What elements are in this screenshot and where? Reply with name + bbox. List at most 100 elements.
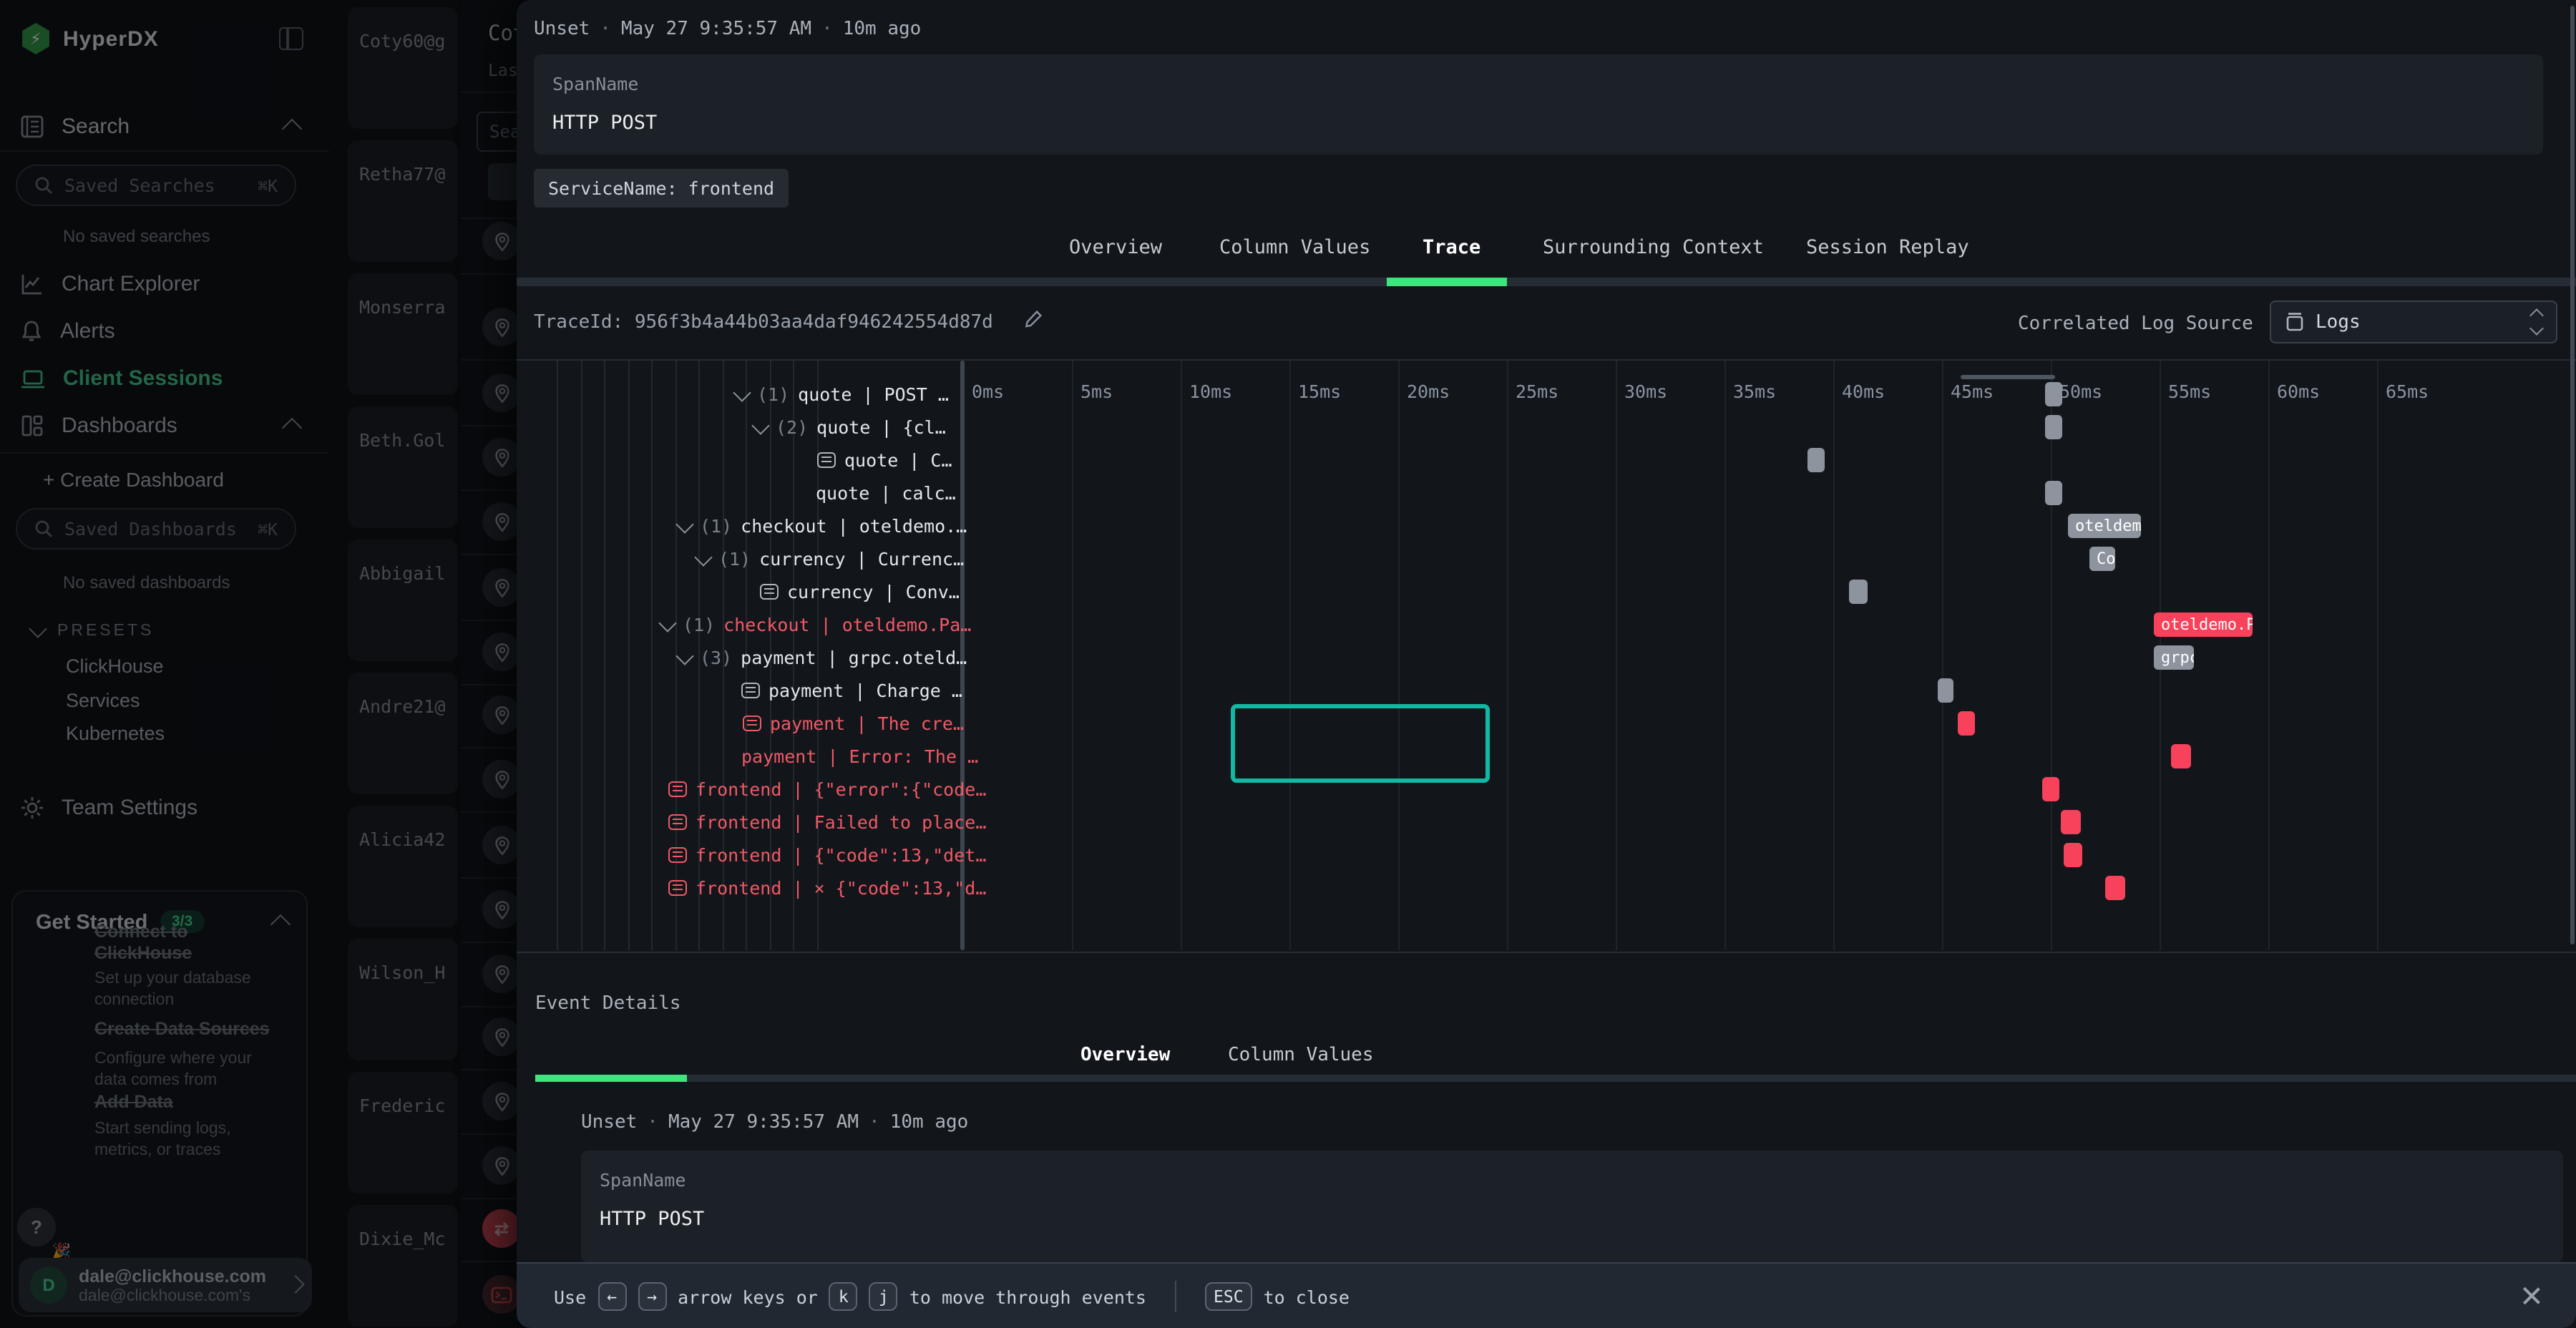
timeline-tick-label: 0ms <box>972 381 1004 402</box>
modal-scrollbar[interactable] <box>2570 6 2575 944</box>
log-event-icon <box>760 584 779 600</box>
trace-tree-row[interactable]: (1) checkout | oteldemo.Pa… <box>661 608 971 641</box>
timeline-gridline <box>2268 361 2270 950</box>
child-count: (1) <box>718 548 751 570</box>
trace-span-bar[interactable] <box>2061 810 2081 834</box>
trace-tree-row[interactable]: quote | C… <box>817 444 952 477</box>
child-count: (1) <box>683 614 715 635</box>
chevron-down-icon[interactable] <box>733 383 751 401</box>
trace-span-bar[interactable] <box>1938 678 1953 703</box>
trace-span-bar[interactable] <box>1807 448 1825 472</box>
trace-tree-row[interactable]: frontend | {"code":13,"det… <box>668 839 986 872</box>
event-meta: Unset·May 27 9:35:57 AM·10m ago <box>534 19 921 40</box>
timeline-tick-label: 15ms <box>1298 381 1341 402</box>
tab-trace[interactable]: Trace <box>1423 236 1480 259</box>
trace-tree-row[interactable]: payment | The cre… <box>743 707 964 740</box>
timeline-tick-label: 50ms <box>2059 381 2102 402</box>
chevron-down-icon[interactable] <box>675 514 693 532</box>
timeline-gridline <box>1942 361 1943 950</box>
select-chevrons-icon <box>2532 311 2542 333</box>
chevron-down-icon[interactable] <box>658 613 676 631</box>
trace-span-bar[interactable] <box>2045 415 2062 439</box>
trace-span-bar[interactable]: oteldemo.P <box>2154 612 2253 637</box>
timeline-scrollbar[interactable] <box>1961 375 2055 379</box>
timeline-tick-label: 30ms <box>1624 381 1667 402</box>
status-badge: Unset <box>534 19 590 40</box>
tab-overview[interactable]: Overview <box>1069 236 1162 259</box>
timeline-tick-label: 25ms <box>1516 381 1558 402</box>
trace-span-bar[interactable] <box>2045 481 2062 505</box>
trace-span-bar[interactable] <box>2171 744 2191 768</box>
timeline-gridline <box>1398 361 1400 950</box>
log-event-icon <box>668 781 687 797</box>
database-icon <box>2285 312 2304 332</box>
trace-span-bar[interactable] <box>2064 843 2082 867</box>
close-icon[interactable] <box>2520 1285 2542 1307</box>
span-name-box: SpanName HTTP POST <box>534 54 2543 155</box>
left-arrow-key[interactable]: ← <box>597 1282 626 1311</box>
trace-span-bar[interactable] <box>1849 580 1868 604</box>
child-count: (3) <box>700 647 732 668</box>
right-arrow-key[interactable]: → <box>638 1282 666 1311</box>
trace-span-bar[interactable] <box>2045 382 2062 406</box>
esc-key[interactable]: ESC <box>1205 1282 1252 1311</box>
j-key[interactable]: j <box>869 1282 898 1311</box>
trace-tree-row[interactable]: (1)checkout | oteldemo.… <box>678 509 967 542</box>
span-label: checkout | oteldemo.Pa… <box>723 614 971 635</box>
timeline-gridline <box>1507 361 1508 950</box>
span-label: payment | grpc.oteld… <box>741 647 967 668</box>
trace-tree-row[interactable]: quote | calc… <box>816 477 956 509</box>
chevron-down-icon[interactable] <box>675 646 693 664</box>
trace-tree-row[interactable]: (1)quote | POST … <box>736 378 949 411</box>
span-label: frontend | Failed to place… <box>696 811 986 833</box>
log-source-select[interactable]: Logs <box>2270 301 2557 343</box>
trace-tree-row[interactable]: currency | Conv… <box>760 575 960 608</box>
trace-tree-row[interactable]: frontend | × {"code":13,"d… <box>668 872 986 904</box>
trace-span-bar[interactable] <box>2042 777 2059 801</box>
trace-tree-row[interactable]: payment | Error: The … <box>741 740 978 773</box>
trace-tree-row[interactable]: frontend | Failed to place… <box>668 806 986 839</box>
event-details-tab-overview[interactable]: Overview <box>1080 1045 1170 1066</box>
chevron-down-icon[interactable] <box>694 547 712 565</box>
timeline-gridline <box>2377 361 2379 950</box>
tab-surrounding-context[interactable]: Surrounding Context <box>1543 236 1764 259</box>
timeline-gridline <box>1181 361 1182 950</box>
timeline-gridline <box>1616 361 1617 950</box>
k-key[interactable]: k <box>829 1282 858 1311</box>
modal-scrim[interactable] <box>0 0 517 1328</box>
timeline-gridline <box>1833 361 1835 950</box>
span-name-box: SpanName HTTP POST <box>581 1151 2563 1262</box>
timeline-tick-label: 55ms <box>2168 381 2211 402</box>
trace-tree-row[interactable]: (2)quote | {cl… <box>754 411 946 444</box>
trace-tree-row[interactable]: (1) currency | Currenc… <box>697 542 964 575</box>
tab-session-replay[interactable]: Session Replay <box>1806 236 1969 259</box>
log-event-icon <box>743 716 761 731</box>
timeline-gridline <box>1289 361 1291 950</box>
divider <box>517 359 2576 361</box>
trace-span-bar[interactable]: Co <box>2089 547 2115 571</box>
trace-tree-row[interactable]: (3) payment | grpc.oteld… <box>678 641 967 674</box>
footer-arrow-text: arrow keys or <box>678 1286 818 1307</box>
tab-column-values[interactable]: Column Values <box>1219 236 1370 259</box>
footer-move-text: to move through events <box>909 1286 1146 1307</box>
trace-tree-row[interactable]: payment | Charge … <box>741 674 962 707</box>
timeline-tick-label: 5ms <box>1080 381 1113 402</box>
trace-span-bar[interactable] <box>1958 711 1975 736</box>
span-label: frontend | {"error":{"code… <box>696 778 986 800</box>
trace-span-bar[interactable]: grpc <box>2154 645 2194 670</box>
divider <box>517 952 2576 953</box>
span-label: currency | Currenc… <box>759 548 964 570</box>
correlated-log-source-label: Correlated Log Source <box>2018 313 2253 335</box>
trace-span-bar[interactable]: oteldemo.C <box>2068 514 2141 538</box>
span-label: quote | {cl… <box>816 416 946 438</box>
edit-icon[interactable] <box>1024 309 1043 328</box>
trace-span-bar[interactable] <box>2105 876 2125 900</box>
tabbar-track <box>517 278 2576 286</box>
selected-span-highlight <box>1231 704 1490 783</box>
divider <box>1175 1281 1176 1312</box>
event-details-tab-column-values[interactable]: Column Values <box>1228 1045 1374 1066</box>
active-tab-underline <box>1387 278 1507 286</box>
service-name-tag[interactable]: ServiceName: frontend <box>534 169 789 208</box>
chevron-down-icon[interactable] <box>751 416 769 434</box>
trace-tree-row[interactable]: frontend | {"error":{"code… <box>668 773 986 806</box>
